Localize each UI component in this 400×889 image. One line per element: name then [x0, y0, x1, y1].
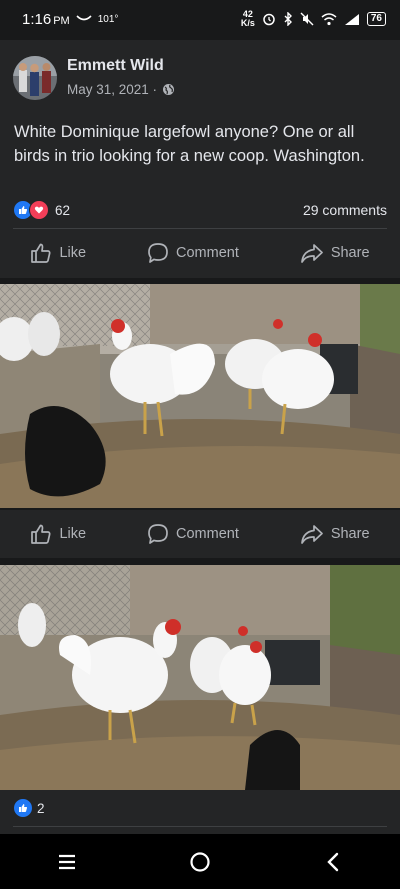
avatar[interactable]	[13, 56, 57, 100]
post-meta: May 31, 2021 ·	[67, 82, 175, 97]
wifi-icon	[321, 12, 337, 25]
comments-count[interactable]: 29 comments	[303, 202, 387, 218]
home-button[interactable]	[170, 842, 230, 882]
recent-apps-button[interactable]	[37, 842, 97, 882]
signal-icon	[344, 13, 359, 25]
back-button[interactable]	[303, 842, 363, 882]
divider	[13, 228, 387, 229]
alarm-icon	[263, 13, 275, 26]
post-actions: Like Comment Share	[0, 230, 400, 276]
globe-icon	[163, 84, 175, 95]
share-icon	[300, 525, 323, 544]
network-speed: 42 K/s	[240, 9, 255, 28]
share-icon	[300, 244, 323, 263]
post-author[interactable]: Emmett Wild	[67, 57, 164, 75]
divider	[13, 826, 387, 827]
photo-1-comment-button[interactable]: Comment	[139, 517, 247, 551]
reaction-count: 62	[55, 202, 71, 218]
photo-2-reactions-summary[interactable]: 2	[13, 798, 45, 818]
back-chevron-icon	[327, 852, 339, 871]
comment-icon	[148, 243, 168, 263]
like-icon	[31, 524, 51, 544]
temperature: 101°	[97, 13, 119, 25]
photo-1-like-button[interactable]: Like	[22, 517, 94, 551]
status-right: 42 K/s 76	[241, 10, 386, 28]
cast-icon	[76, 15, 92, 21]
mute-icon	[300, 12, 314, 26]
like-button[interactable]: Like	[22, 236, 94, 270]
love-reaction-icon	[29, 200, 49, 220]
bluetooth-icon	[284, 12, 292, 26]
photo-2-reaction-count: 2	[37, 800, 45, 816]
like-icon	[31, 243, 51, 263]
post-photo-1[interactable]	[0, 284, 400, 508]
post-text: White Dominique largefowl anyone? One or…	[14, 123, 365, 165]
photo-1-actions: Like Comment Share	[0, 511, 400, 557]
home-circle-icon	[190, 851, 210, 872]
status-left: 1:16 PM 101°	[22, 11, 118, 28]
photo-2-footer	[0, 790, 400, 834]
share-button[interactable]: Share	[292, 236, 378, 270]
menu-icon	[58, 854, 75, 869]
battery-indicator: 76	[366, 12, 386, 26]
comment-icon	[148, 524, 168, 544]
photo-1-share-button[interactable]: Share	[292, 517, 378, 551]
reactions-summary[interactable]: 62	[13, 200, 70, 220]
like-reaction-icon	[13, 798, 33, 818]
post-date[interactable]: May 31, 2021 ·	[67, 82, 157, 97]
comment-button[interactable]: Comment	[139, 236, 247, 270]
clock-time: 1:16 PM	[22, 10, 70, 28]
system-nav-bar	[0, 834, 400, 889]
status-bar: 1:16 PM 101° 42 K/s 76	[0, 0, 400, 38]
post-photo-2[interactable]	[0, 565, 400, 790]
